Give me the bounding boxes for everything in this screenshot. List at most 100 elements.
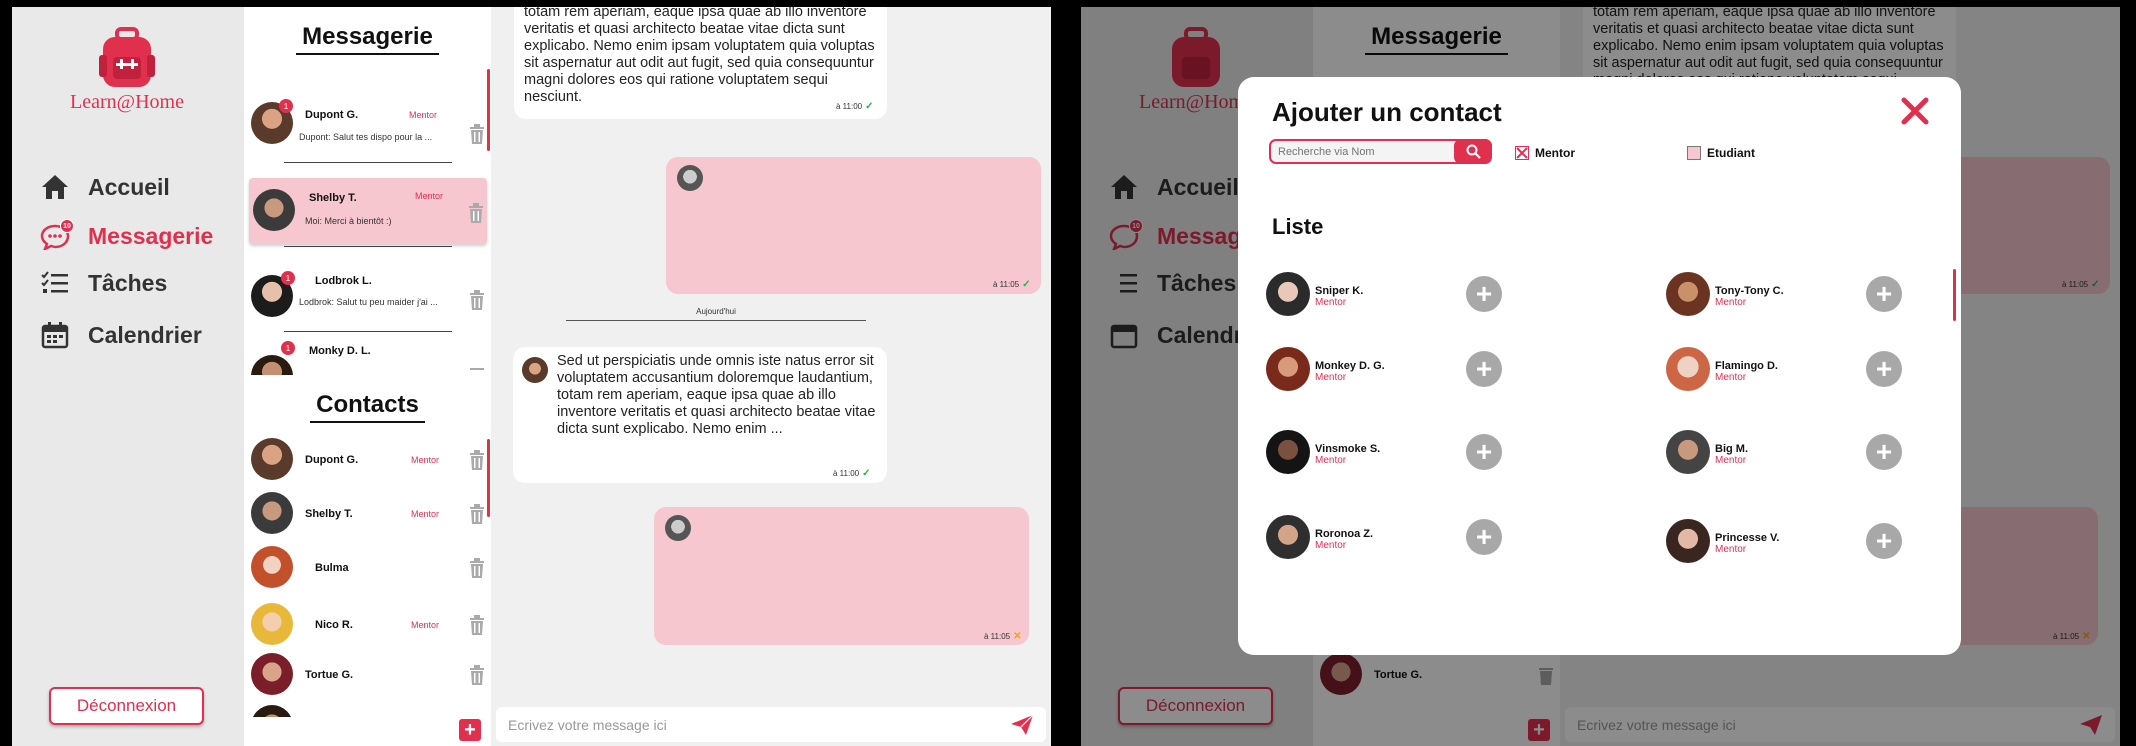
add-contact-modal: Ajouter un contact Mentor Etudiant Liste… (1238, 77, 1961, 655)
checklist-icon (40, 268, 70, 298)
check-icon: ✓ (865, 101, 874, 112)
message-time: à 11:05 ✕ (984, 631, 1022, 642)
add-contact-plus-icon[interactable]: + (1866, 434, 1902, 470)
role-tag: Mentor (1715, 544, 1747, 555)
unread-badge: 1 (281, 271, 295, 285)
avatar (1666, 430, 1710, 474)
contact-item[interactable]: Bulma (249, 542, 487, 592)
search-button[interactable] (1454, 139, 1492, 164)
divider (284, 331, 452, 332)
mentor-checkbox[interactable] (1515, 146, 1529, 160)
unread-badge: 1 (279, 99, 293, 113)
conversation-name: Monky D. L. (309, 345, 371, 357)
avatar (253, 189, 295, 231)
conversation-item-active[interactable]: Shelby T. Mentor Moi: Merci à bientôt :) (249, 178, 487, 244)
student-checkbox[interactable] (1687, 146, 1701, 160)
nav-item-calendrier[interactable]: Calendrier (40, 320, 202, 350)
trash-icon[interactable] (469, 665, 485, 685)
contact-item[interactable]: Tortue G. (249, 649, 487, 699)
send-icon[interactable] (1010, 714, 1034, 736)
contact-name: Princesse V. (1715, 532, 1780, 544)
divider (284, 162, 452, 163)
nav-item-messagerie[interactable]: 10 Messagerie (40, 219, 213, 251)
add-contact-plus-icon[interactable]: + (1466, 351, 1502, 387)
contact-name: Tony-Tony C. (1715, 285, 1784, 297)
contact-name: Roronoa Z. (1315, 528, 1374, 540)
backpack-logo-icon (99, 27, 155, 87)
message-text: Sed ut perspiciatis unde omnis iste natu… (557, 353, 876, 437)
nav-item-taches[interactable]: Tâches (40, 268, 167, 298)
nav-badge: 10 (60, 219, 74, 233)
conversation-name: Dupont G. (305, 109, 359, 121)
modal-scrollbar[interactable] (1953, 269, 1956, 321)
search-input[interactable] (1271, 141, 1441, 162)
role-tag: Mentor (1315, 540, 1347, 551)
add-contact-plus-icon[interactable]: + (1866, 351, 1902, 387)
trash-icon[interactable] (469, 558, 485, 578)
trash-icon[interactable] (469, 504, 485, 524)
avatar (251, 355, 293, 375)
conversation-item[interactable]: 1 Lodbrok L. Lodbrok: Salut tu peu maide… (249, 263, 487, 329)
avatar (251, 546, 293, 588)
nav-item-accueil[interactable]: Accueil (40, 172, 170, 202)
avatar (665, 515, 691, 541)
contact-item[interactable]: Dupont G. Mentor (249, 434, 487, 484)
avatar (251, 705, 293, 717)
day-separator: Aujourd'hui (566, 307, 866, 321)
trash-icon[interactable] (469, 450, 485, 470)
avatar (522, 357, 548, 383)
trash-icon[interactable] (469, 290, 485, 310)
message-bubble-received: Sed ut perspiciatis unde omnis iste natu… (513, 347, 887, 483)
avatar (1266, 347, 1310, 391)
avatar (251, 653, 293, 695)
messagerie-title: Messagerie (244, 23, 491, 55)
role-tag: Mentor (1315, 297, 1347, 308)
app-screen: Learn@Home Accueil 10 Messagerie Tâches (12, 7, 1051, 746)
add-contact-plus-icon[interactable]: + (1466, 276, 1502, 312)
contact-name: Monkey D. G. (1315, 360, 1385, 372)
filter-student[interactable]: Etudiant (1687, 146, 1755, 160)
logout-button[interactable]: Déconnexion (49, 687, 204, 725)
avatar (1266, 272, 1310, 316)
avatar (1266, 515, 1310, 559)
contact-item[interactable] (249, 701, 487, 717)
message-bubble-sent: à 11:05 ✓ (666, 157, 1041, 294)
avatar (677, 165, 703, 191)
chat-area: totam rem aperiam, eaque ipsa quae ab il… (491, 7, 1051, 746)
role-tag: Mentor (411, 620, 440, 630)
message-time: à 11:05 ✓ (993, 279, 1031, 290)
message-input[interactable]: Ecrivez votre message ici (496, 707, 1046, 742)
trash-icon[interactable] (469, 615, 485, 635)
contacts-scrollbar[interactable] (487, 439, 490, 517)
conversation-item[interactable]: 1 Monky D. L. (249, 341, 487, 375)
trash-icon[interactable] (469, 365, 485, 375)
contact-name: Vinsmoke S. (1315, 443, 1381, 455)
contact-name: Nico R. (315, 619, 353, 631)
message-bubble-received: totam rem aperiam, eaque ipsa quae ab il… (514, 7, 887, 119)
avatar (251, 603, 293, 645)
filter-mentor[interactable]: Mentor (1515, 146, 1575, 160)
conversation-item[interactable]: 1 Dupont G. Mentor Dupont: Salut tes dis… (249, 99, 487, 165)
contacts-title: Contacts (244, 391, 491, 423)
contact-item[interactable]: Nico R. Mentor (249, 599, 487, 649)
contact-name: Dupont G. (305, 454, 359, 466)
close-icon[interactable] (1899, 95, 1931, 127)
add-contact-plus-icon[interactable]: + (1466, 434, 1502, 470)
check-icon: ✓ (1022, 279, 1031, 290)
avatar (251, 492, 293, 534)
contact-item[interactable]: Shelby T. Mentor (249, 488, 487, 538)
contact-name: Sniper K. (1315, 285, 1364, 297)
contact-name: Flamingo D. (1715, 360, 1778, 372)
add-contact-plus-icon[interactable]: + (1866, 276, 1902, 312)
messagerie-scrollbar[interactable] (487, 69, 490, 151)
message-time: à 11:00 ✓ (836, 101, 874, 112)
add-contact-button[interactable]: + (459, 719, 481, 741)
add-contact-plus-icon[interactable]: + (1466, 519, 1502, 555)
trash-icon[interactable] (469, 124, 485, 144)
search-icon (1466, 144, 1481, 159)
conversation-preview: Dupont: Salut tes dispo pour la ... (299, 132, 433, 142)
contact-card: Roronoa Z. Mentor + (1266, 515, 1546, 561)
conversation-preview: Moi: Merci à bientôt :) (305, 216, 392, 226)
trash-icon[interactable] (468, 203, 484, 223)
add-contact-plus-icon[interactable]: + (1866, 523, 1902, 559)
